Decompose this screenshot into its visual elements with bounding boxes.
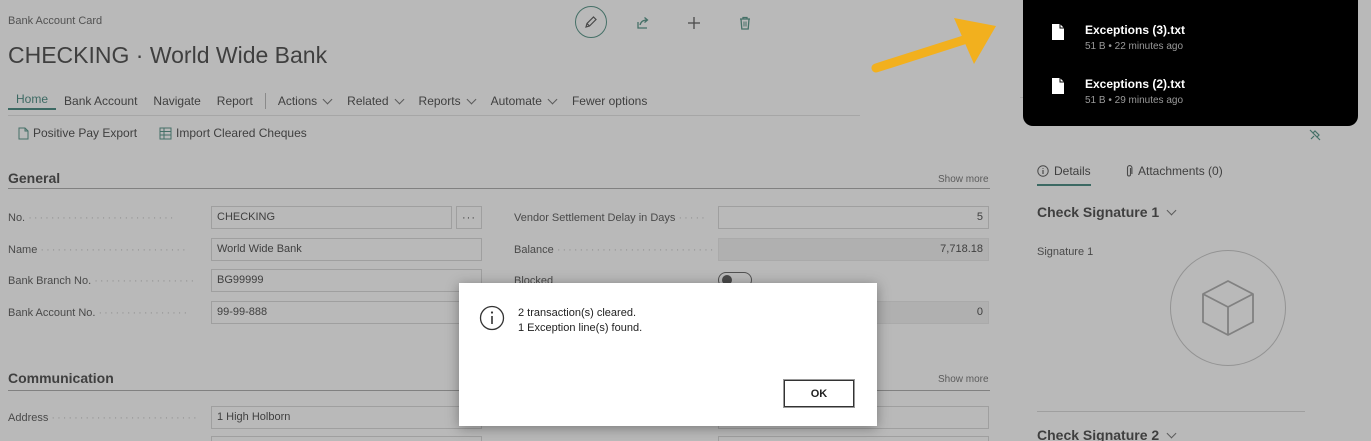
download-item[interactable]: Exceptions (2).txt 51 B • 29 minutes ago bbox=[1051, 77, 1185, 106]
dialog-message: 2 transaction(s) cleared. 1 Exception li… bbox=[518, 306, 642, 336]
file-icon bbox=[1052, 24, 1064, 40]
download-item[interactable]: Exceptions (3).txt 51 B • 22 minutes ago bbox=[1051, 23, 1185, 52]
info-icon bbox=[479, 305, 505, 331]
download-file-name: Exceptions (2).txt bbox=[1085, 77, 1186, 91]
arrow-annotation-icon bbox=[871, 18, 996, 73]
download-file-name: Exceptions (3).txt bbox=[1085, 23, 1186, 37]
dialog-message-line-1: 2 transaction(s) cleared. bbox=[518, 307, 636, 319]
download-file-meta: 51 B • 29 minutes ago bbox=[1085, 95, 1184, 106]
download-file-meta: 51 B • 22 minutes ago bbox=[1085, 41, 1184, 52]
file-icon bbox=[1052, 78, 1064, 94]
dialog-message-line-2: 1 Exception line(s) found. bbox=[518, 322, 643, 334]
ok-button[interactable]: OK bbox=[784, 380, 854, 407]
message-dialog: 2 transaction(s) cleared. 1 Exception li… bbox=[459, 283, 877, 426]
downloads-panel: Exceptions (3).txt 51 B • 22 minutes ago… bbox=[1023, 0, 1358, 126]
